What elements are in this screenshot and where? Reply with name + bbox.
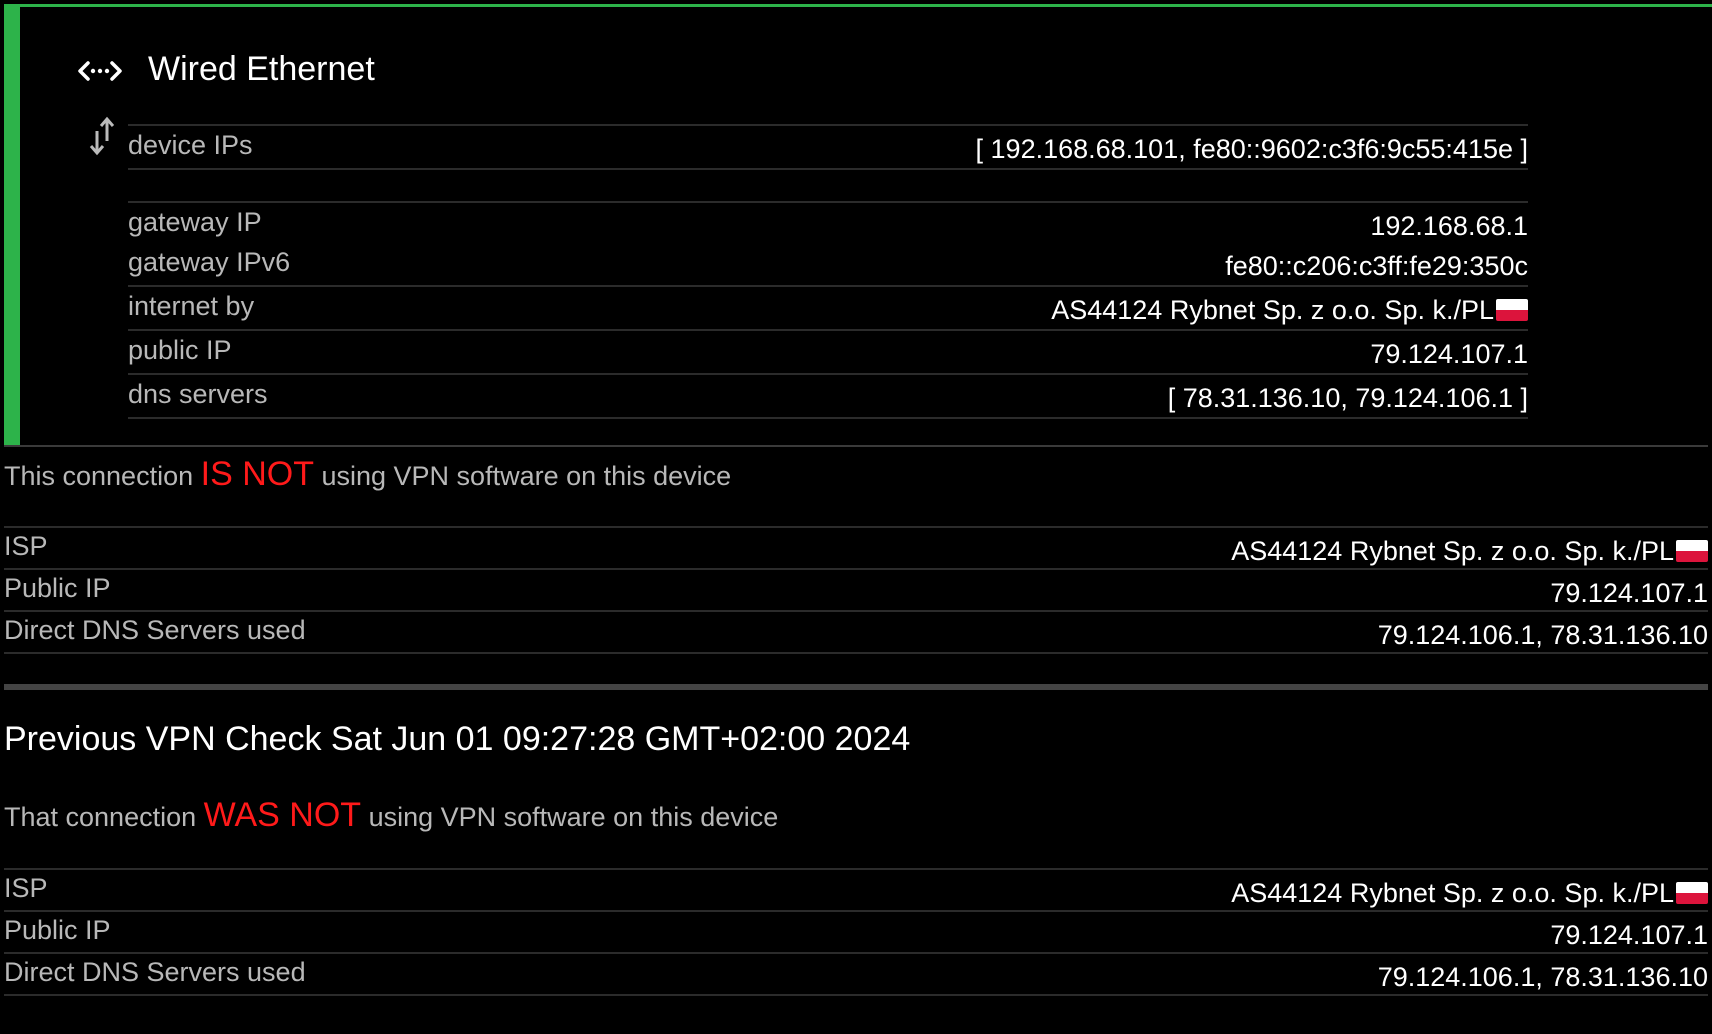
info-row-public-ip: Public IP 79.124.107.1: [4, 570, 1708, 612]
detail-row-gateway-ipv6: gateway IPv6 fe80::c206:c3ff:fe29:350c: [128, 243, 1528, 287]
previous-check-title: Previous VPN Check Sat Jun 01 09:27:28 G…: [4, 720, 911, 758]
network-details-2: gateway IP 192.168.68.1 gateway IPv6 fe8…: [128, 201, 1528, 419]
info-value: AS44124 Rybnet Sp. z o.o. Sp. k./PL: [1231, 536, 1708, 567]
detail-row-public-ip: public IP 79.124.107.1: [128, 331, 1528, 375]
network-details: device IPs [ 192.168.68.101, fe80::9602:…: [128, 124, 1528, 170]
info-value: AS44124 Rybnet Sp. z o.o. Sp. k./PL: [1231, 878, 1708, 909]
poland-flag-icon: [1676, 540, 1708, 562]
detail-value: AS44124 Rybnet Sp. z o.o. Sp. k./PL: [1051, 295, 1528, 326]
detail-value: [ 78.31.136.10, 79.124.106.1 ]: [1167, 383, 1528, 413]
detail-value: 192.168.68.1: [1370, 211, 1528, 241]
detail-row-device-ips: device IPs [ 192.168.68.101, fe80::9602:…: [128, 126, 1528, 170]
network-title: Wired Ethernet: [148, 50, 375, 88]
info-row-dns: Direct DNS Servers used 79.124.106.1, 78…: [4, 954, 1708, 996]
info-label: ISP: [4, 873, 48, 903]
detail-label: gateway IP: [128, 207, 262, 237]
status-prefix: This connection: [4, 461, 194, 491]
info-row-public-ip: Public IP 79.124.107.1: [4, 912, 1708, 954]
detail-label: gateway IPv6: [128, 247, 291, 277]
detail-label: dns servers: [128, 379, 268, 409]
detail-row-internet-by: internet by AS44124 Rybnet Sp. z o.o. Sp…: [128, 287, 1528, 331]
previous-info-table: ISP AS44124 Rybnet Sp. z o.o. Sp. k./PL …: [4, 868, 1708, 996]
info-value: 79.124.107.1: [1550, 578, 1708, 608]
info-label: Direct DNS Servers used: [4, 957, 306, 987]
detail-value: [ 192.168.68.101, fe80::9602:c3f6:9c55:4…: [975, 134, 1528, 164]
detail-label: public IP: [128, 335, 232, 365]
current-vpn-status: This connection IS NOT using VPN softwar…: [4, 455, 731, 494]
status-highlight: WAS NOT: [203, 796, 362, 834]
status-suffix: using VPN software on this device: [321, 461, 732, 491]
detail-value: 79.124.107.1: [1370, 339, 1528, 369]
info-label: Direct DNS Servers used: [4, 615, 306, 645]
info-row-isp: ISP AS44124 Rybnet Sp. z o.o. Sp. k./PL: [4, 528, 1708, 570]
poland-flag-icon: [1676, 882, 1708, 904]
status-suffix: using VPN software on this device: [368, 802, 779, 832]
detail-value: fe80::c206:c3ff:fe29:350c: [1225, 251, 1528, 281]
info-label: Public IP: [4, 915, 111, 945]
info-value: 79.124.106.1, 78.31.136.10: [1377, 620, 1708, 650]
ethernet-icon: [78, 61, 122, 81]
current-info-table: ISP AS44124 Rybnet Sp. z o.o. Sp. k./PL …: [4, 526, 1708, 654]
info-row-isp: ISP AS44124 Rybnet Sp. z o.o. Sp. k./PL: [4, 870, 1708, 912]
info-row-dns: Direct DNS Servers used 79.124.106.1, 78…: [4, 612, 1708, 654]
detail-row-dns-servers: dns servers [ 78.31.136.10, 79.124.106.1…: [128, 375, 1528, 419]
divider: [4, 445, 1708, 447]
detail-label: device IPs: [128, 130, 253, 160]
status-prefix: That connection: [4, 802, 197, 832]
poland-flag-icon: [1496, 299, 1528, 321]
previous-vpn-status: That connection WAS NOT using VPN softwa…: [4, 796, 778, 835]
transfer-arrows-icon: [89, 116, 115, 156]
info-value: 79.124.107.1: [1550, 920, 1708, 950]
detail-row-gateway-ip: gateway IP 192.168.68.1: [128, 203, 1528, 243]
status-highlight: IS NOT: [200, 455, 314, 493]
info-value: 79.124.106.1, 78.31.136.10: [1377, 962, 1708, 992]
info-label: ISP: [4, 531, 48, 561]
section-divider: [4, 684, 1708, 690]
info-label: Public IP: [4, 573, 111, 603]
detail-label: internet by: [128, 291, 255, 321]
